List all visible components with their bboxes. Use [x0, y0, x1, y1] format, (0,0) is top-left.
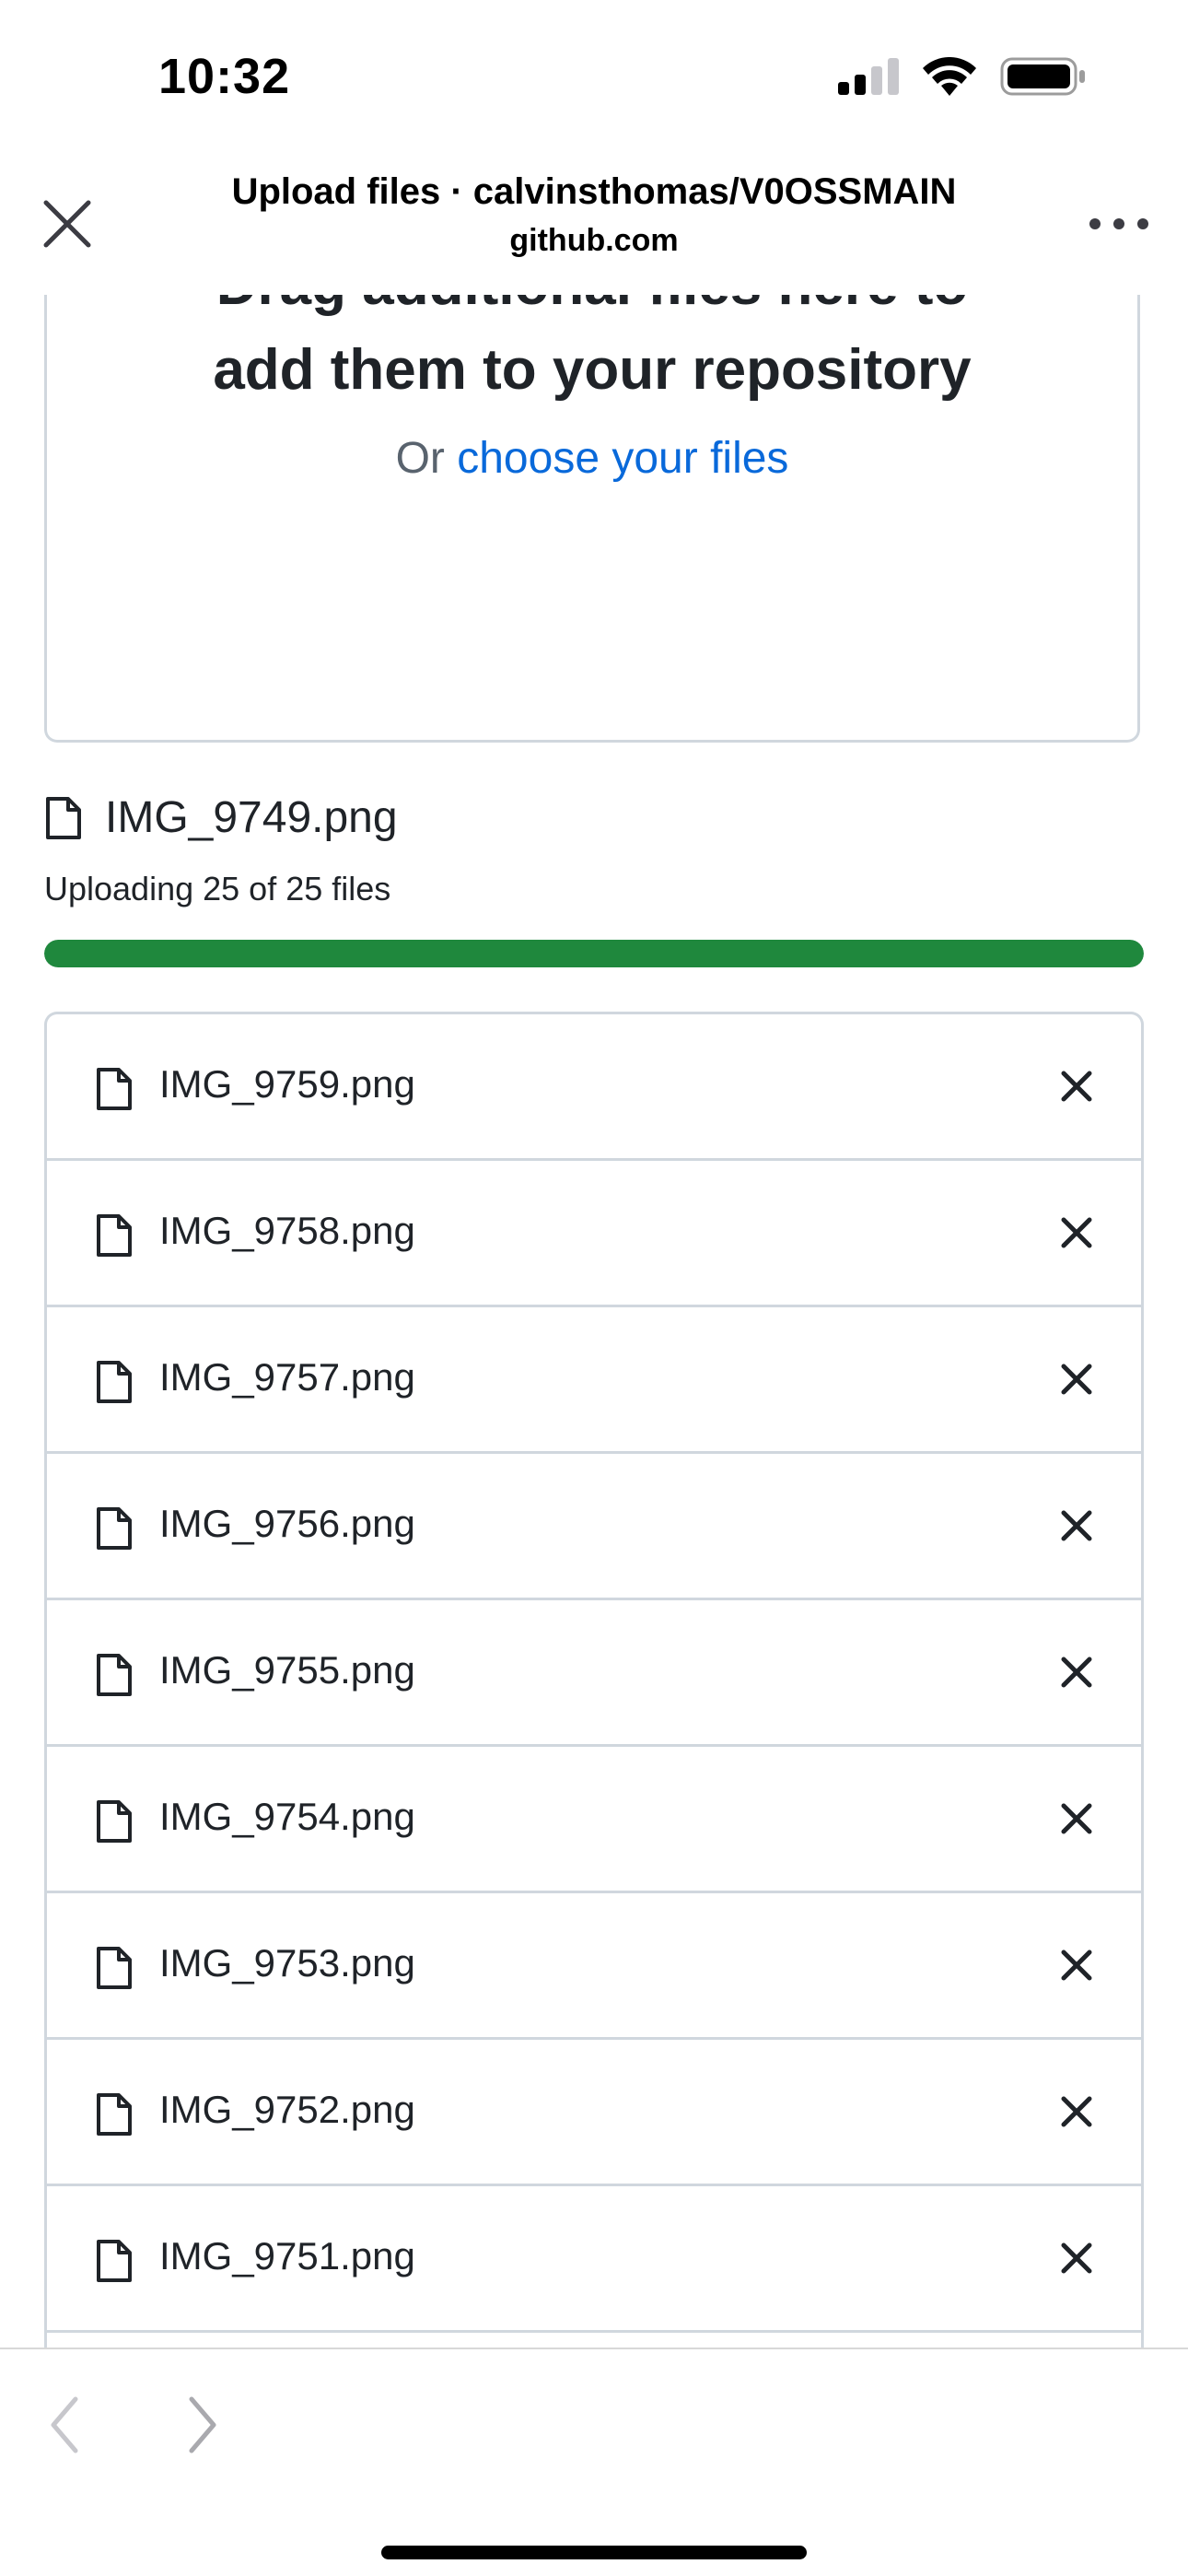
chevron-right-icon[interactable]	[184, 2395, 221, 2454]
signal-icon	[838, 58, 899, 95]
dropzone-heading-line2: add them to your repository	[213, 338, 972, 402]
remove-file-icon[interactable]	[1058, 1800, 1095, 1837]
file-icon	[97, 1068, 132, 1110]
file-name: IMG_9758.png	[159, 1209, 415, 1252]
file-list-item: IMG_9753.png	[47, 1893, 1141, 2040]
status-time: 10:32	[158, 49, 291, 104]
file-icon	[97, 1947, 132, 1989]
current-file-name: IMG_9749.png	[105, 793, 398, 842]
file-icon	[97, 1800, 132, 1843]
page: 10:32 Upload files · calvinsthomas/V0OSS…	[0, 0, 1188, 2576]
file-icon	[97, 1654, 132, 1696]
file-list-item: IMG_9752.png	[47, 2040, 1141, 2186]
file-list: IMG_9759.png IMG_9758.png IMG_9757.png IMG_…	[44, 1012, 1144, 2348]
file-list-item: IMG_9755.png	[47, 1600, 1141, 1747]
file-name: IMG_9759.png	[159, 1062, 415, 1106]
home-indicator[interactable]	[381, 2546, 807, 2559]
page-content: Drag additional files here to add them t…	[0, 295, 1188, 2348]
current-upload-file: IMG_9749.png	[44, 792, 398, 843]
remove-file-icon[interactable]	[1058, 2240, 1095, 2277]
file-icon	[97, 2240, 132, 2282]
remove-file-icon[interactable]	[1058, 1654, 1095, 1691]
file-list-item: IMG_9751.png	[47, 2186, 1141, 2333]
status-icons	[838, 57, 1087, 96]
file-icon	[97, 1507, 132, 1550]
remove-file-icon[interactable]	[1058, 2093, 1095, 2130]
file-list-item: IMG_9757.png	[47, 1307, 1141, 1454]
file-name: IMG_9753.png	[159, 1941, 415, 1985]
close-icon[interactable]	[39, 195, 96, 252]
remove-file-icon[interactable]	[1058, 1507, 1095, 1544]
file-list-item	[47, 2333, 1141, 2348]
page-domain: github.com	[509, 223, 679, 258]
chevron-left-icon[interactable]	[46, 2395, 83, 2454]
file-icon	[97, 2093, 132, 2136]
dropzone-prompt: Or choose your files	[47, 433, 1137, 484]
remove-file-icon[interactable]	[1058, 1947, 1095, 1984]
file-list-item: IMG_9754.png	[47, 1747, 1141, 1893]
remove-file-icon[interactable]	[1058, 1214, 1095, 1251]
browser-toolbar	[0, 2348, 1188, 2576]
upload-progress-bar	[44, 940, 1144, 967]
file-icon	[97, 1361, 132, 1403]
file-name: IMG_9755.png	[159, 1648, 415, 1692]
remove-file-icon[interactable]	[1058, 1361, 1095, 1398]
file-icon	[97, 1214, 132, 1257]
file-icon	[46, 796, 81, 839]
file-list-item: IMG_9759.png	[47, 1014, 1141, 1161]
file-list-item: IMG_9756.png	[47, 1454, 1141, 1600]
wifi-icon	[923, 57, 976, 96]
battery-icon	[1000, 57, 1085, 96]
more-icon[interactable]	[1087, 210, 1151, 238]
file-name: IMG_9751.png	[159, 2234, 415, 2277]
file-name: IMG_9754.png	[159, 1795, 415, 1838]
status-bar: 10:32	[0, 0, 1188, 157]
file-name: IMG_9757.png	[159, 1355, 415, 1399]
page-title: Upload files · calvinsthomas/V0OSSMAIN	[231, 171, 957, 212]
file-name: IMG_9752.png	[159, 2088, 415, 2131]
dropzone[interactable]: Drag additional files here to add them t…	[44, 295, 1140, 743]
upload-status: Uploading 25 of 25 files	[44, 870, 391, 907]
browser-header: Upload files · calvinsthomas/V0OSSMAIN g…	[0, 157, 1188, 295]
file-name: IMG_9756.png	[159, 1502, 415, 1545]
file-list-item: IMG_9758.png	[47, 1161, 1141, 1307]
upload-progress-fill	[44, 940, 1144, 967]
dropzone-or-text: Or	[395, 434, 445, 483]
remove-file-icon[interactable]	[1058, 1068, 1095, 1105]
choose-files-link[interactable]: choose your files	[457, 434, 788, 483]
